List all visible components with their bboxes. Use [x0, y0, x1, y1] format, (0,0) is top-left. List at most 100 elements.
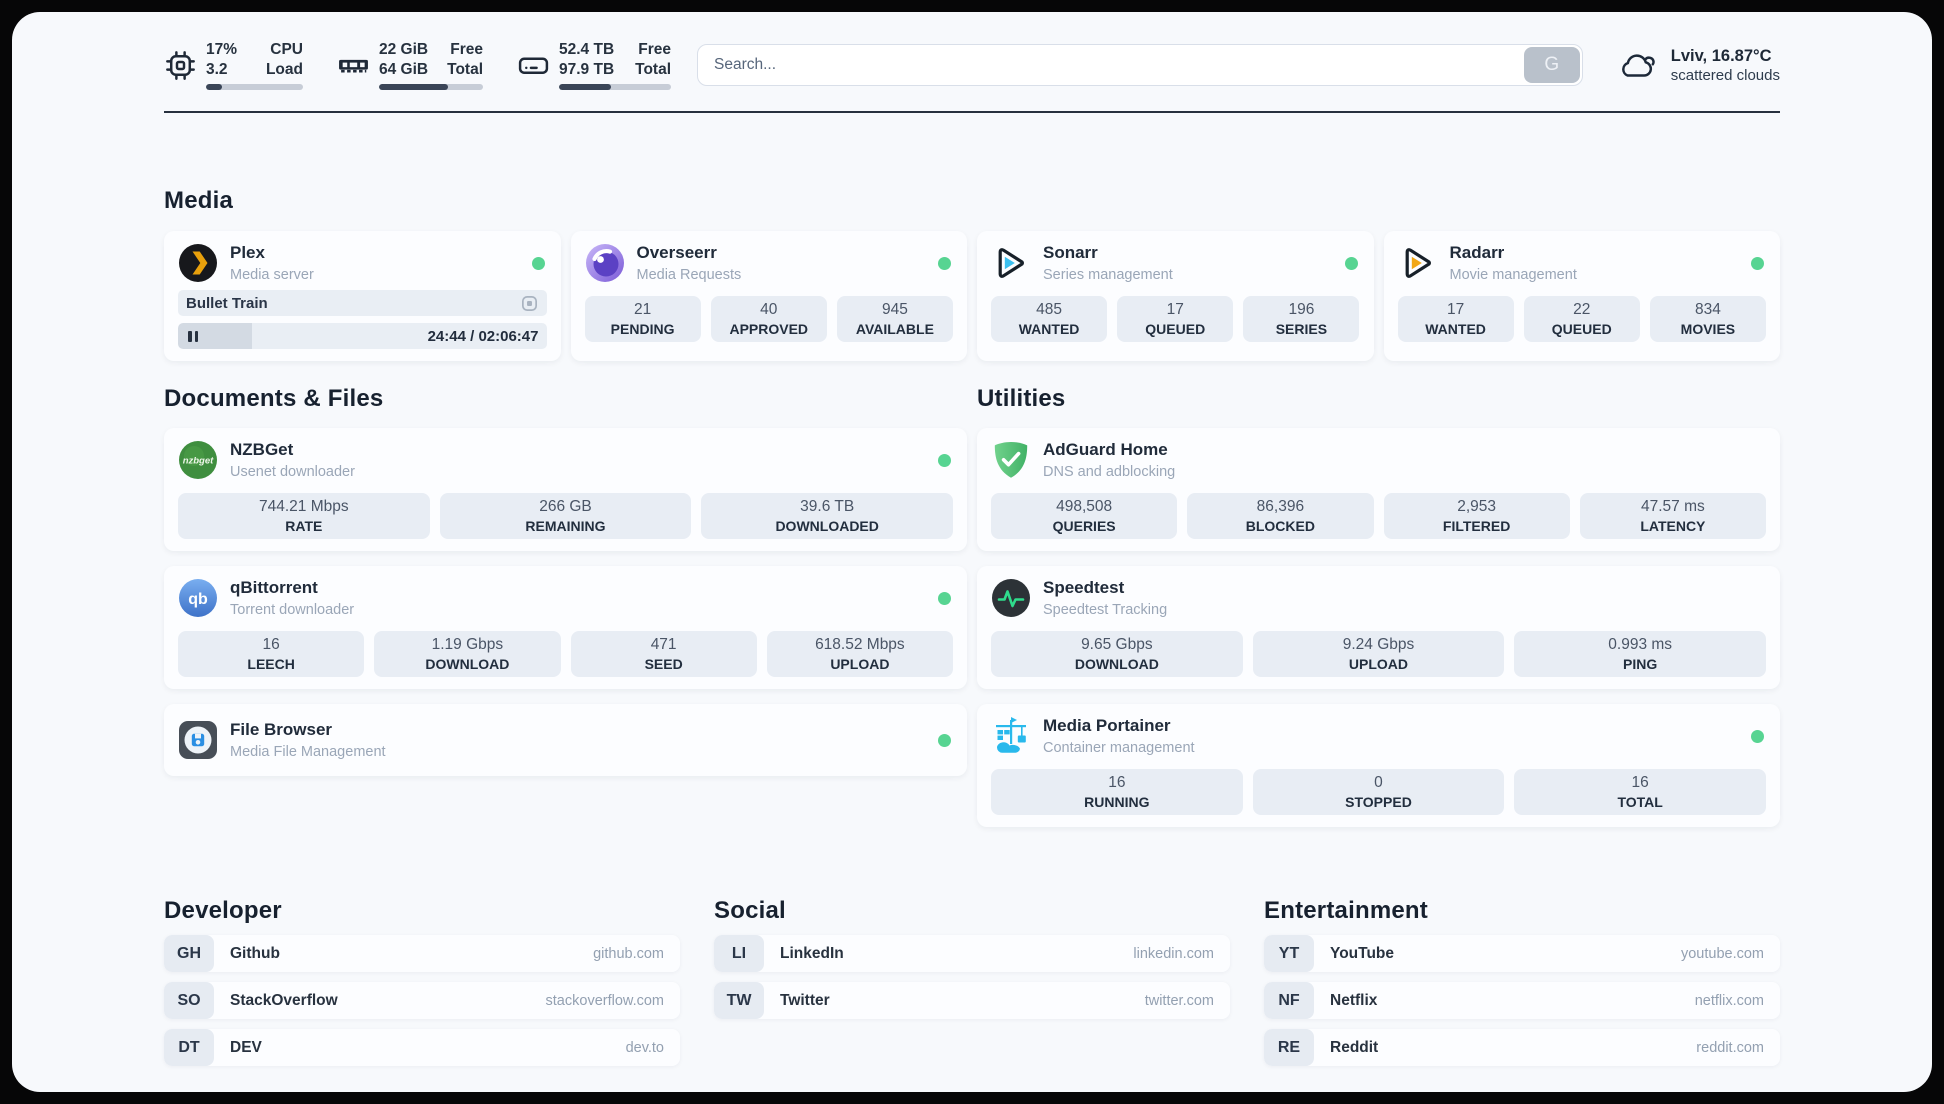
stat-tile: 16 RUNNING	[991, 769, 1243, 815]
bookmark-netflix[interactable]: NF Netflix netflix.com	[1264, 982, 1780, 1019]
app-card-overseerr[interactable]: Overseerr Media Requests 21 PENDING 40 APP…	[570, 231, 967, 361]
filebrowser-icon	[179, 721, 217, 759]
bookmark-linkedin[interactable]: LI LinkedIn linkedin.com	[714, 935, 1230, 972]
app-subtitle: Media server	[230, 266, 314, 283]
bookmark-youtube[interactable]: YT YouTube youtube.com	[1264, 935, 1780, 972]
bookmark-reddit[interactable]: RE Reddit reddit.com	[1264, 1029, 1780, 1066]
status-dot	[531, 256, 545, 270]
stat-tile: 17 WANTED	[1397, 296, 1514, 342]
bookmark-name: StackOverflow	[230, 991, 338, 1009]
bookmark-name: Reddit	[1330, 1038, 1379, 1056]
disk-total: 97.9 TB	[559, 60, 615, 78]
app-title: Sonarr	[1043, 243, 1098, 263]
overseerr-icon	[585, 244, 624, 282]
portainer-icon	[996, 717, 1026, 753]
stat-tile: 266 GB REMAINING	[439, 493, 692, 539]
app-card-qbittorrent[interactable]: qb qBittorrent Torrent downloader 16 LEEC…	[164, 566, 967, 689]
cpu-label-top: CPU	[270, 41, 303, 59]
stat-tile: 945 AVAILABLE	[836, 296, 953, 342]
search-engine-button[interactable]: G	[1523, 47, 1580, 83]
bookmark-abbr: LI	[714, 935, 764, 972]
stat-tile: 9.24 Gbps UPLOAD	[1252, 631, 1505, 677]
bookmark-name: YouTube	[1330, 944, 1394, 962]
section-title-media: Media	[164, 187, 234, 214]
app-card-nzbget[interactable]: nzbget NZBGet Usenet downloader 744.21 M…	[164, 428, 967, 551]
stat-tile: 22 QUEUED	[1523, 296, 1640, 342]
disk-progress-fill	[559, 83, 611, 90]
section-utilities: Utilities AdGuard Home DNS and adblockin…	[977, 385, 1780, 827]
playback-time: 24:44 / 02:06:47	[427, 327, 539, 345]
section-documents: Documents & Files nzbget NZBGet Usenet d…	[164, 385, 967, 827]
svg-text:qb: qb	[188, 591, 208, 608]
weather-widget: Lviv, 16.87°C scattered clouds	[1617, 46, 1780, 84]
stat-tile: 16 LEECH	[178, 631, 365, 677]
app-card-filebrowser[interactable]: File Browser Media File Management	[164, 704, 967, 776]
weather-location-temp: Lviv, 16.87°C	[1670, 46, 1772, 65]
app-card-radarr[interactable]: Radarr Movie management 17 WANTED 22 QUEUE…	[1383, 231, 1780, 361]
bookmark-abbr: YT	[1264, 935, 1314, 972]
cpu-load: 3.2	[206, 60, 228, 78]
cpu-icon	[166, 50, 195, 80]
app-card-plex[interactable]: Plex Media server Bullet Train 24:44 / 0…	[164, 231, 561, 361]
app-subtitle: Container management	[1043, 739, 1195, 756]
cpu-percent: 17%	[206, 41, 238, 59]
ram-label-bottom: Total	[447, 60, 483, 78]
bookmark-group-social: Social LI LinkedIn linkedin.com TW Twitt…	[714, 897, 1230, 1019]
header-divider	[164, 111, 1780, 113]
stat-tile: 1.19 Gbps DOWNLOAD	[374, 631, 561, 677]
app-subtitle: Movie management	[1449, 266, 1577, 283]
bookmark-github[interactable]: GH Github github.com	[164, 935, 680, 972]
search-input[interactable]	[698, 45, 1522, 85]
nzbget-icon: nzbget	[179, 441, 217, 479]
bookmark-url: youtube.com	[1680, 945, 1764, 962]
cpu-widget: 17% CPU 3.2 Load	[164, 40, 303, 90]
section-title-utilities: Utilities	[977, 385, 1066, 412]
plex-icon	[179, 244, 217, 282]
app-title: Media Portainer	[1043, 716, 1171, 736]
stat-tile: 485 WANTED	[991, 296, 1108, 342]
ram-progress-track	[379, 83, 483, 90]
app-title: AdGuard Home	[1043, 440, 1168, 460]
app-card-speedtest[interactable]: Speedtest Speedtest Tracking 9.65 Gbps DO…	[977, 566, 1780, 689]
app-card-adguard[interactable]: AdGuard Home DNS and adblocking 498,508 Q…	[977, 428, 1780, 551]
bookmark-url: dev.to	[625, 1039, 664, 1056]
bookmark-url: github.com	[593, 945, 664, 962]
app-subtitle: Speedtest Tracking	[1043, 601, 1168, 618]
status-dot	[1344, 256, 1358, 270]
pause-icon	[188, 330, 198, 342]
ram-progress-fill	[379, 83, 448, 90]
stat-tile: 21 PENDING	[584, 296, 701, 342]
disk-icon	[518, 57, 549, 74]
session-icon[interactable]	[520, 294, 539, 313]
disk-label-top: Free	[638, 41, 671, 59]
stat-tile: 471 SEED	[570, 631, 757, 677]
adguard-icon	[994, 442, 1028, 478]
memory-widget: 22 GiB Free 64 GiB Total	[337, 40, 483, 90]
bookmark-name: Github	[230, 944, 280, 962]
app-card-portainer[interactable]: Media Portainer Container management 16 R…	[977, 704, 1780, 827]
bookmark-url: twitter.com	[1144, 992, 1214, 1009]
stat-tile: 40 APPROVED	[710, 296, 827, 342]
section-title-documents: Documents & Files	[164, 385, 384, 412]
status-dot	[938, 591, 951, 605]
stat-tile: 16 TOTAL	[1514, 769, 1766, 815]
app-card-sonarr[interactable]: Sonarr Series management 485 WANTED 17 QUE…	[977, 231, 1374, 361]
stat-tile: 9.65 Gbps DOWNLOAD	[991, 631, 1243, 677]
status-dot	[1751, 729, 1764, 743]
app-subtitle: Series management	[1043, 266, 1173, 283]
cpu-progress-track	[206, 83, 303, 90]
stat-tile: 17 QUEUED	[1117, 296, 1234, 342]
bookmark-url: reddit.com	[1696, 1039, 1764, 1056]
bookmark-name: LinkedIn	[780, 944, 844, 962]
bookmark-dev[interactable]: DT DEV dev.to	[164, 1029, 680, 1066]
dashboard-page: 17% CPU 3.2 Load 22 GiB Free 64 GiB Total	[12, 12, 1932, 1092]
bookmark-twitter[interactable]: TW Twitter twitter.com	[714, 982, 1230, 1019]
sonarr-icon	[998, 248, 1024, 278]
app-title: File Browser	[230, 720, 333, 740]
stat-tile: 86,396 BLOCKED	[1187, 493, 1374, 539]
weather-condition: scattered clouds	[1670, 67, 1780, 85]
bookmark-url: stackoverflow.com	[545, 992, 664, 1009]
bookmark-stackoverflow[interactable]: SO StackOverflow stackoverflow.com	[164, 982, 680, 1019]
stat-tile: 0 STOPPED	[1252, 769, 1505, 815]
section-media: Media Plex Media server Bullet Train 24:…	[164, 187, 1780, 361]
